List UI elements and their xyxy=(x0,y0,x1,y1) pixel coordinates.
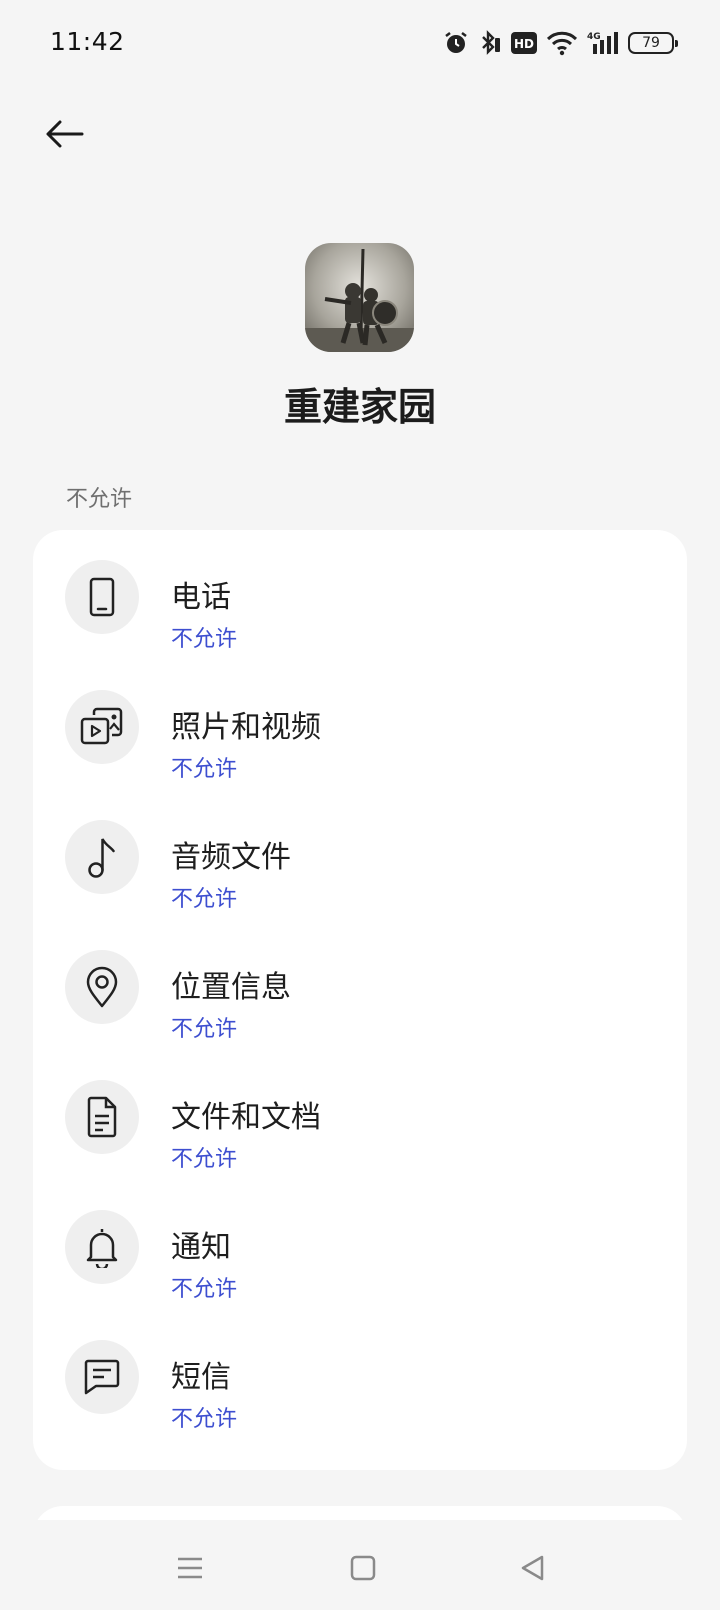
bluetooth-icon xyxy=(478,30,502,56)
status-bar: 11:42 HD 4G 79 xyxy=(0,0,720,86)
permission-label: 文件和文档 xyxy=(171,1100,321,1135)
arrow-left-icon xyxy=(44,119,84,153)
battery-icon: 79 xyxy=(628,32,678,54)
app-name: 重建家园 xyxy=(283,385,436,429)
alarm-icon xyxy=(443,30,469,56)
permission-label: 照片和视频 xyxy=(171,710,321,745)
navigation-bar xyxy=(0,1520,720,1610)
permission-status: 不允许 xyxy=(171,1017,238,1042)
back-triangle-icon xyxy=(519,1554,547,1586)
recent-apps-button[interactable] xyxy=(170,1550,210,1590)
back-nav-button[interactable] xyxy=(513,1550,553,1590)
permission-item-files-documents[interactable]: 文件和文档 不允许 xyxy=(33,1050,687,1172)
permission-status: 不允许 xyxy=(171,757,238,782)
permission-label: 音频文件 xyxy=(171,840,291,875)
photos-videos-icon xyxy=(65,690,139,764)
bell-icon xyxy=(65,1210,139,1284)
document-icon xyxy=(65,1080,139,1154)
permission-status: 不允许 xyxy=(171,1147,238,1172)
permission-status: 不允许 xyxy=(171,1407,238,1432)
app-icon xyxy=(305,243,414,352)
permission-item-location[interactable]: 位置信息 不允许 xyxy=(33,920,687,1042)
permission-item-photos-videos[interactable]: 照片和视频 不允许 xyxy=(33,660,687,782)
menu-icon xyxy=(176,1555,204,1585)
permission-label: 电话 xyxy=(171,580,231,615)
permission-label: 通知 xyxy=(171,1230,231,1265)
status-icons: HD 4G 79 xyxy=(443,28,678,58)
permission-label: 位置信息 xyxy=(171,970,291,1005)
message-icon xyxy=(65,1340,139,1414)
phone-icon xyxy=(65,560,139,634)
signal-icon: 4G xyxy=(587,30,619,56)
permission-status: 不允许 xyxy=(171,1277,238,1302)
permission-item-notifications[interactable]: 通知 不允许 xyxy=(33,1180,687,1302)
status-time: 11:42 xyxy=(50,27,125,56)
back-button[interactable] xyxy=(36,108,92,164)
battery-level: 79 xyxy=(642,35,660,51)
wifi-icon xyxy=(546,30,578,56)
home-button[interactable] xyxy=(343,1550,383,1590)
permission-item-sms[interactable]: 短信 不允许 xyxy=(33,1310,687,1432)
svg-text:4G: 4G xyxy=(587,32,601,42)
permission-item-phone[interactable]: 电话 不允许 xyxy=(33,530,687,652)
permission-status: 不允许 xyxy=(171,627,238,652)
home-icon xyxy=(349,1554,377,1586)
section-title: 不允许 xyxy=(66,487,133,512)
music-note-icon xyxy=(65,820,139,894)
permission-status: 不允许 xyxy=(171,887,238,912)
permission-item-audio[interactable]: 音频文件 不允许 xyxy=(33,790,687,912)
svg-text:HD: HD xyxy=(514,37,534,51)
permissions-card: 电话 不允许 照片和视频 不允许 音频文件 不允许 位置信息 不允许 文件和文档… xyxy=(33,530,687,1470)
location-pin-icon xyxy=(65,950,139,1024)
permission-label: 短信 xyxy=(171,1360,231,1395)
hd-icon: HD xyxy=(511,32,537,54)
